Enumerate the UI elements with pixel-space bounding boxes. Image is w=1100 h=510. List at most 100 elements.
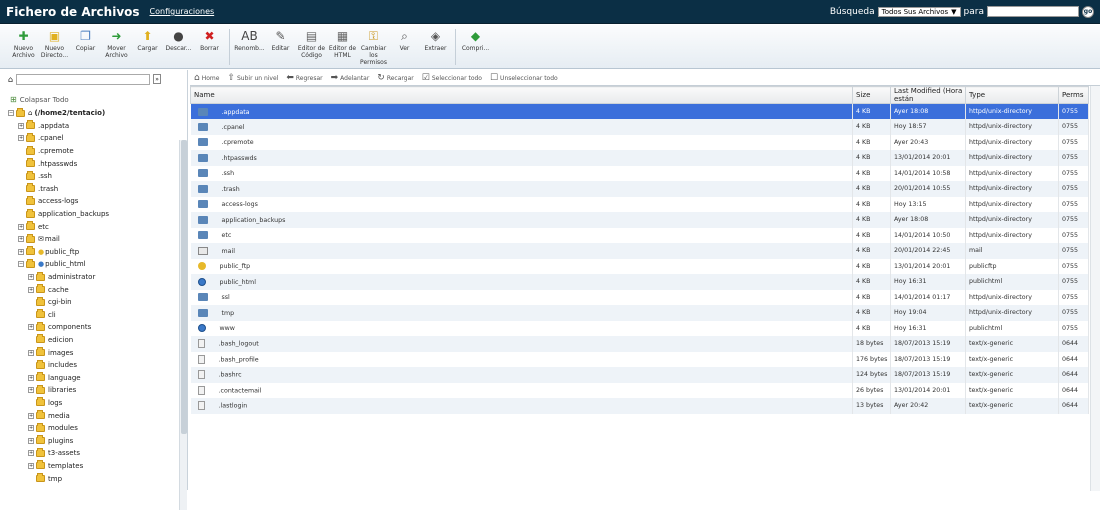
tree-go-button[interactable]: » xyxy=(153,74,162,84)
table-row[interactable]: public_html 4 KB Hoy 16:31 publichtml 0755 xyxy=(190,274,1089,290)
search-go-button[interactable]: go xyxy=(1082,5,1094,18)
toolbar-button[interactable]: ⬆ Cargar xyxy=(132,29,163,52)
table-row[interactable]: access-logs 4 KB Hoy 13:15 httpd/unix-direc… xyxy=(190,196,1089,212)
column-header-perms[interactable]: Perms xyxy=(1058,86,1089,104)
tree-scrollbar-thumb[interactable] xyxy=(181,140,187,434)
toolbar-button[interactable]: ⌕ Ver xyxy=(389,29,420,52)
tree-item[interactable]: .cpremote xyxy=(8,145,180,158)
tree-item[interactable]: + .appdata xyxy=(8,120,180,133)
tree-item[interactable]: + media xyxy=(8,409,180,422)
tree-item[interactable]: access-logs xyxy=(8,195,180,208)
toolbar-button[interactable]: ✖ Borrar xyxy=(194,29,225,52)
toolbar-button[interactable]: ◆ Compri... xyxy=(460,29,491,52)
expander-icon[interactable]: − xyxy=(18,261,24,268)
table-row[interactable]: .bashrc 124 bytes 18/07/2013 15:19 text/x-g… xyxy=(190,367,1089,383)
tree-item[interactable]: logs xyxy=(8,397,180,410)
tree-item[interactable]: + administrator xyxy=(8,271,180,284)
action-button[interactable]: ⬅ Regresar xyxy=(286,73,322,83)
tree-item[interactable]: + etc xyxy=(8,220,180,233)
column-header-modified[interactable]: Last Modified (Hora están xyxy=(890,86,966,104)
table-row[interactable]: etc 4 KB 14/01/2014 10:50 httpd/unix-direct… xyxy=(190,227,1089,243)
search-scope-select[interactable]: Todos Sus Archivos ▼ xyxy=(877,6,961,17)
expander-icon[interactable]: + xyxy=(28,286,34,293)
tree-item[interactable]: .trash xyxy=(8,183,180,196)
expander-icon[interactable]: + xyxy=(28,462,34,469)
settings-link[interactable]: Configuraciones xyxy=(150,7,215,16)
expander-icon[interactable]: + xyxy=(28,387,34,394)
tree-item[interactable]: + ● public_ftp xyxy=(8,246,180,259)
action-button[interactable]: ⌂ Home xyxy=(194,73,219,83)
tree-scrollbar[interactable] xyxy=(179,140,187,510)
expander-icon[interactable]: + xyxy=(18,122,24,129)
table-row[interactable]: .cpremote 4 KB Ayer 20:43 httpd/unix-direct… xyxy=(190,134,1089,150)
toolbar-button[interactable]: ✚ Nuevo Archivo xyxy=(8,29,39,59)
search-input[interactable] xyxy=(987,6,1079,17)
expander-icon[interactable]: − xyxy=(8,110,14,117)
tree-path-input[interactable] xyxy=(16,73,151,85)
table-row[interactable]: .bash_logout 18 bytes 18/07/2013 15:19 text… xyxy=(190,336,1089,352)
tree-item[interactable]: + images xyxy=(8,346,180,359)
action-button[interactable]: ↻ Recargar xyxy=(377,73,413,83)
tree-item[interactable]: + plugins xyxy=(8,434,180,447)
toolbar-button[interactable]: ➜ Mover Archivo xyxy=(101,29,132,59)
expander-icon[interactable]: + xyxy=(28,437,34,444)
tree-item[interactable]: + language xyxy=(8,371,180,384)
table-row[interactable]: .lastlogin 13 bytes Ayer 20:42 text/x-gener… xyxy=(190,398,1089,414)
toolbar-button[interactable]: ● Descar... xyxy=(163,29,194,52)
table-row[interactable]: .htpasswds 4 KB 13/01/2014 20:01 httpd/unix… xyxy=(190,150,1089,166)
expander-icon[interactable]: + xyxy=(28,349,34,356)
toolbar-button[interactable]: ❐ Copiar xyxy=(70,29,101,52)
expander-icon[interactable]: + xyxy=(18,135,24,142)
table-row[interactable]: .bash_profile 176 bytes 18/07/2013 15:19 te… xyxy=(190,351,1089,367)
tree-item[interactable]: + t3-assets xyxy=(8,447,180,460)
expander-icon[interactable]: + xyxy=(28,324,34,331)
table-row[interactable]: ssl 4 KB 14/01/2014 01:17 httpd/unix-direct… xyxy=(190,289,1089,305)
column-header-type[interactable]: Type xyxy=(965,86,1059,104)
toolbar-button[interactable]: ▤ Editor de Código xyxy=(296,29,327,59)
tree-item[interactable]: + templates xyxy=(8,460,180,473)
table-row[interactable]: application_backups 4 KB Ayer 18:08 httpd/u… xyxy=(190,212,1089,228)
expander-icon[interactable]: + xyxy=(28,412,34,419)
toolbar-button[interactable]: ▣ Nuevo Directo... xyxy=(39,29,70,59)
tree-item[interactable]: + components xyxy=(8,321,180,334)
table-row[interactable]: www 4 KB Hoy 16:31 publichtml 0755 xyxy=(190,320,1089,336)
expander-icon[interactable]: + xyxy=(18,236,24,243)
toolbar-button[interactable]: ✎ Editar xyxy=(265,29,296,52)
table-row[interactable]: mail 4 KB 20/01/2014 22:45 mail 0755 xyxy=(190,243,1089,259)
table-row[interactable]: .contactemail 26 bytes 13/01/2014 20:01 tex… xyxy=(190,382,1089,398)
tree-item[interactable]: cgi-bin xyxy=(8,296,180,309)
action-button[interactable]: ☐ Unseleccionar todo xyxy=(490,73,558,83)
action-button[interactable]: ⇧ Subir un nivel xyxy=(227,73,278,83)
tree-item[interactable]: + libraries xyxy=(8,384,180,397)
expander-icon[interactable]: + xyxy=(28,425,34,432)
tree-item[interactable]: − ● public_html xyxy=(8,258,180,271)
toolbar-button[interactable]: AB Renomb... xyxy=(234,29,265,52)
tree-item[interactable]: application_backups xyxy=(8,208,180,221)
tree-item[interactable]: + ✉ mail xyxy=(8,233,180,246)
column-header-name[interactable]: Name xyxy=(190,86,853,104)
expander-icon[interactable]: + xyxy=(18,223,24,230)
table-row[interactable]: .ssh 4 KB 14/01/2014 10:58 httpd/unix-direc… xyxy=(190,165,1089,181)
tree-root[interactable]: − ⌂ (/home2/tentacio) xyxy=(8,107,180,120)
tree-item[interactable]: + .cpanel xyxy=(8,132,180,145)
file-list-scrollbar[interactable] xyxy=(1090,86,1100,491)
toolbar-button[interactable]: ▦ Editor de HTML xyxy=(327,29,358,59)
action-button[interactable]: ☑ Seleccionar todo xyxy=(422,73,482,83)
table-row[interactable]: .trash 4 KB 20/01/2014 10:55 httpd/unix-dir… xyxy=(190,181,1089,197)
table-row[interactable]: public_ftp 4 KB 13/01/2014 20:01 publicftp 0… xyxy=(190,258,1089,274)
expander-icon[interactable]: + xyxy=(28,274,34,281)
tree-item[interactable]: includes xyxy=(8,359,180,372)
tree-item[interactable]: cli xyxy=(8,309,180,322)
toolbar-button[interactable]: ◈ Extraer xyxy=(420,29,451,52)
tree-item[interactable]: + cache xyxy=(8,283,180,296)
column-header-size[interactable]: Size xyxy=(852,86,891,104)
expander-icon[interactable]: + xyxy=(28,450,34,457)
table-row[interactable]: .appdata 4 KB Ayer 18:08 httpd/unix-directo… xyxy=(190,103,1089,119)
tree-item[interactable]: tmp xyxy=(8,472,180,485)
expander-icon[interactable]: + xyxy=(28,374,34,381)
collapse-all-button[interactable]: ⊞ Colapsar Todo xyxy=(10,95,69,104)
table-row[interactable]: .cpanel 4 KB Hoy 18:57 httpd/unix-directory… xyxy=(190,119,1089,135)
tree-item[interactable]: .ssh xyxy=(8,170,180,183)
table-row[interactable]: tmp 4 KB Hoy 19:04 httpd/unix-directory 0755 xyxy=(190,305,1089,321)
action-button[interactable]: ➡ Adelantar xyxy=(331,73,370,83)
